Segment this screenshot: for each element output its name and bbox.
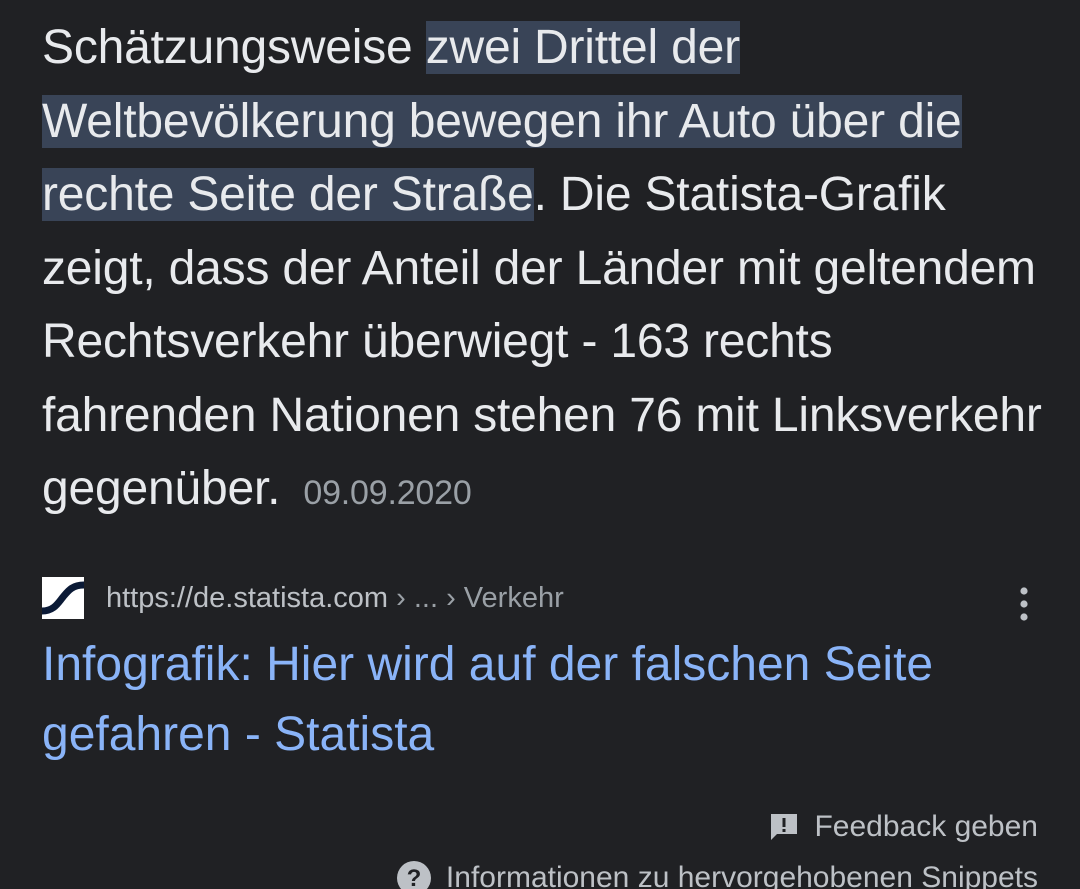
featured-snippet-info-link[interactable]: ? Informationen zu hervorgehobenen Snipp… <box>396 860 1038 889</box>
result-title-link[interactable]: Infografik: Hier wird auf der falschen S… <box>42 630 1052 770</box>
result-url-domain: https://de.statista.com <box>106 581 389 614</box>
help-icon: ? <box>396 861 431 889</box>
feedback-label: Feedback geben <box>814 810 1038 843</box>
snippet-text-before: Schätzungsweise <box>42 21 426 74</box>
info-label: Informationen zu hervorgehobenen Snippet… <box>445 861 1038 889</box>
result-url: https://de.statista.com › ... › Verkehr <box>106 582 564 615</box>
statista-logo-icon <box>42 577 84 619</box>
result-source[interactable]: https://de.statista.com › ... › Verkehr <box>42 576 564 620</box>
more-vert-icon[interactable] <box>1012 586 1036 622</box>
feedback-icon <box>771 814 798 840</box>
snippet-date: 09.09.2020 <box>303 474 472 512</box>
result-url-breadcrumb: › ... › Verkehr <box>388 581 564 614</box>
feedback-button[interactable]: Feedback geben <box>768 810 1038 844</box>
svg-text:?: ? <box>407 865 422 889</box>
featured-snippet-text: Schätzungsweise zwei Drittel der Weltbev… <box>42 11 1042 531</box>
